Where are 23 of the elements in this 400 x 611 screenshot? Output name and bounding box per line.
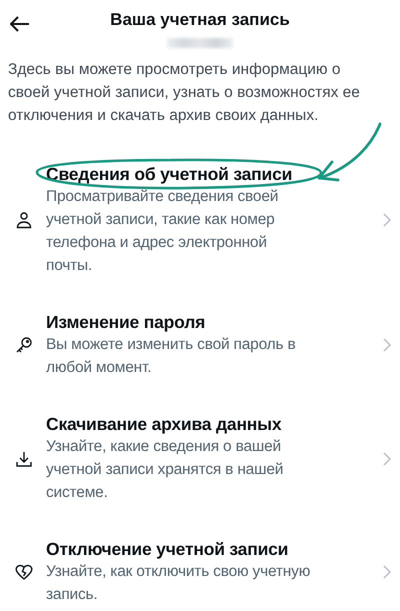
item-title: Скачивание архива данных [46, 414, 282, 434]
description-text: Здесь вы можете просмотреть информацию о своей учетной записи, узнать о возможностях ее отключения и скачать архив своих данных. [7, 60, 361, 126]
back-arrow-icon [10, 16, 30, 32]
settings-item[interactable]: Сведения об учетной записи Просматривайте сведения своей учетной записи, такие как номер телефона и адрес электронной почты. [0, 157, 400, 305]
chevron-right-icon [383, 213, 391, 227]
item-title: Отключение учетной записи [46, 539, 288, 559]
chevron-right-icon [383, 338, 391, 352]
item-title: Сведения об учетной записи [46, 164, 292, 184]
download-icon [15, 450, 33, 468]
back-button[interactable] [8, 14, 32, 34]
chevron-right-icon [383, 565, 391, 579]
settings-item[interactable]: Отключение учетной записи Узнайте, как отключить свою учетную запись. [0, 532, 400, 611]
item-description: Вы можете изменить свой пароль в любой момент. [46, 335, 297, 378]
item-title: Изменение пароля [46, 312, 206, 332]
item-description: Просматривайте сведения своей учетной записи, такие как номер телефона и адрес электронной почты. [46, 187, 280, 276]
settings-item[interactable]: Изменение пароля Вы можете изменить свой пароль в любой момент. [0, 305, 400, 407]
item-description: Узнайте, какие сведения о вашей учетной записи хранятся в нашей системе. [46, 437, 284, 503]
settings-item[interactable]: Скачивание архива данных Узнайте, какие сведения о вашей учетной записи хранятся в нашей системе. [0, 407, 400, 532]
item-description: Узнайте, как отключить свою учетную запись. [46, 562, 312, 605]
page-title: Ваша учетная запись [110, 10, 290, 30]
person-icon [15, 211, 33, 229]
key-icon [15, 336, 33, 354]
chevron-right-icon [383, 452, 391, 466]
